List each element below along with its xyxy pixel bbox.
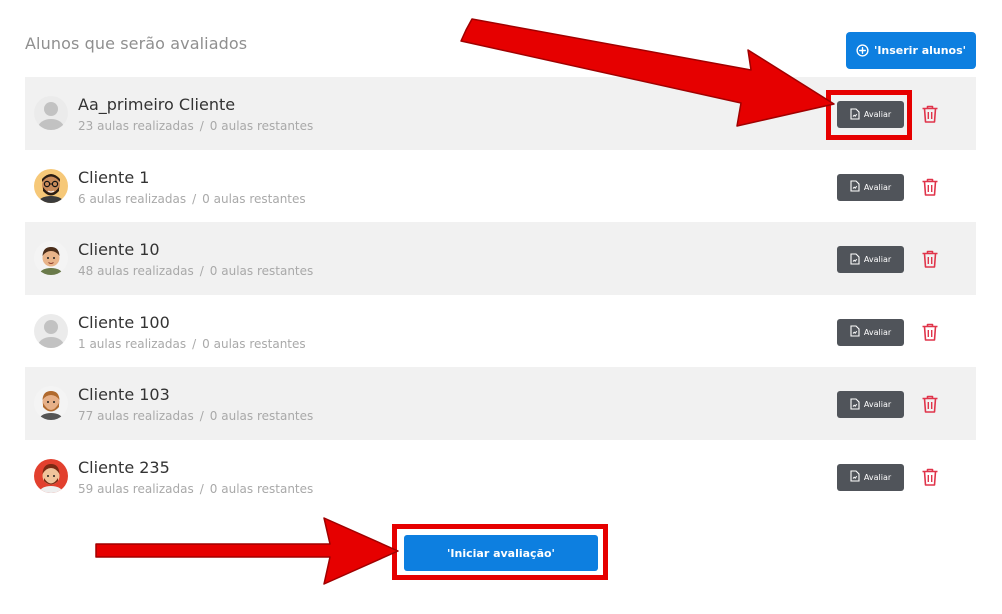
trash-icon[interactable]	[921, 322, 939, 342]
stats-separator: /	[199, 119, 204, 133]
evaluate-button[interactable]: Avaliar	[837, 391, 904, 418]
student-name: Aa_primeiro Cliente	[78, 95, 236, 114]
student-name: Cliente 10	[78, 240, 160, 259]
lessons-remaining: 0 aulas restantes	[202, 336, 306, 351]
evaluate-label: Avaliar	[863, 472, 892, 482]
student-row: Cliente 235 59 aulas realizadas / 0 aulas …	[25, 440, 976, 513]
evaluate-label: Avaliar	[863, 255, 892, 264]
evaluate-button[interactable]: Avaliar	[837, 101, 904, 128]
evaluate-document-icon	[850, 397, 860, 412]
lessons-remaining: 0 aulas restantes	[209, 409, 314, 423]
student-name: Cliente 1	[78, 167, 150, 187]
stats-separator: /	[199, 264, 204, 278]
student-lesson-stats: 77 aulas realizadas / 0 aulas restantes	[78, 409, 313, 423]
evaluate-label: Avaliar	[863, 182, 892, 192]
student-row: Cliente 10 48 aulas realizadas / 0 aulas r…	[25, 222, 976, 295]
stats-separator: /	[192, 191, 197, 206]
evaluate-label: Avaliar	[863, 110, 892, 119]
default-avatar	[34, 313, 68, 348]
lessons-done: 77 aulas realizadas	[78, 409, 194, 423]
student-name: Cliente 100	[78, 312, 170, 332]
evaluate-document-icon	[850, 325, 860, 339]
student-lesson-stats: 48 aulas realizadas / 0 aulas restantes	[78, 264, 313, 278]
lessons-remaining: 0 aulas restantes	[209, 264, 314, 278]
student-row: Aa_primeiro Cliente 23 aulas realizadas /…	[25, 77, 976, 150]
evaluate-document-icon	[850, 107, 860, 122]
section-title: Alunos que serão avaliados	[25, 34, 248, 53]
stats-separator: /	[199, 481, 204, 496]
lessons-done: 59 aulas realizadas	[78, 481, 194, 496]
student-name: Cliente 103	[78, 385, 170, 404]
insert-students-button[interactable]: 'Inserir alunos'	[846, 32, 976, 69]
trash-icon[interactable]	[921, 394, 939, 414]
evaluate-document-icon	[850, 470, 860, 484]
student-lesson-stats: 1 aulas realizadas / 0 aulas restantes	[78, 337, 306, 351]
lessons-done: 6 aulas realizadas	[78, 191, 187, 206]
lessons-remaining: 0 aulas restantes	[202, 191, 306, 206]
evaluate-document-icon	[850, 180, 860, 194]
stats-separator: /	[192, 336, 197, 351]
lessons-remaining: 0 aulas restantes	[209, 481, 314, 496]
lessons-done: 23 aulas realizadas	[78, 119, 194, 133]
default-avatar	[34, 96, 68, 130]
red-haired-man-avatar	[34, 458, 68, 493]
start-evaluation-button[interactable]: 'Iniciar avaliação'	[404, 535, 598, 571]
evaluate-label: Avaliar	[863, 400, 892, 409]
evaluate-button[interactable]: Avaliar	[837, 318, 904, 346]
trash-icon[interactable]	[921, 249, 939, 269]
evaluate-button[interactable]: Avaliar	[837, 246, 904, 273]
evaluate-label: Avaliar	[863, 327, 892, 337]
student-lesson-stats: 23 aulas realizadas / 0 aulas restantes	[78, 119, 313, 133]
student-list: Aa_primeiro Cliente 23 aulas realizadas /…	[25, 77, 976, 512]
plus-circle-icon	[856, 44, 869, 57]
student-row: Cliente 1 6 aulas realizadas / 0 aulas res…	[25, 150, 976, 223]
student-lesson-stats: 59 aulas realizadas / 0 aulas restantes	[78, 482, 313, 496]
bearded-man-glasses-avatar	[34, 168, 68, 203]
trash-icon[interactable]	[921, 467, 939, 487]
evaluate-button[interactable]: Avaliar	[837, 173, 904, 201]
lessons-done: 1 aulas realizadas	[78, 336, 187, 351]
annotation-arrow-bottom	[95, 517, 399, 585]
evaluate-button[interactable]: Avaliar	[837, 463, 904, 491]
student-row: Cliente 103 77 aulas realizadas / 0 aulas …	[25, 367, 976, 440]
student-name: Cliente 235	[78, 457, 170, 477]
insert-students-label: 'Inserir alunos'	[873, 44, 967, 57]
trash-icon[interactable]	[921, 177, 939, 197]
stats-separator: /	[199, 409, 204, 423]
lessons-remaining: 0 aulas restantes	[209, 119, 314, 133]
student-lesson-stats: 6 aulas realizadas / 0 aulas restantes	[78, 192, 306, 206]
student-row: Cliente 100 1 aulas realizadas / 0 aulas r…	[25, 295, 976, 368]
trash-icon[interactable]	[921, 104, 939, 124]
evaluate-document-icon	[850, 252, 860, 267]
lessons-done: 48 aulas realizadas	[78, 264, 194, 278]
man-avatar	[34, 241, 68, 275]
bearded-man-avatar	[34, 386, 68, 420]
